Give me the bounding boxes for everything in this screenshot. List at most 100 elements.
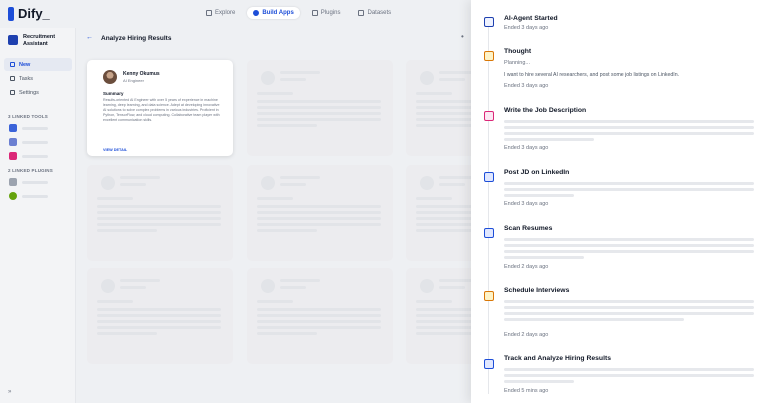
tasks-icon xyxy=(10,76,15,81)
text-placeholder xyxy=(504,380,574,383)
skeleton-line xyxy=(257,205,381,208)
skeleton-line xyxy=(120,183,146,186)
tool-icon xyxy=(9,138,17,146)
step-title: Write the Job Description xyxy=(504,107,587,114)
skeleton-line xyxy=(416,197,452,200)
step-title: Track and Analyze Hiring Results xyxy=(504,355,612,362)
summary-text: Results-oriented AI Engineer with over 5… xyxy=(103,98,220,122)
tool-label-placeholder xyxy=(22,140,48,144)
view-detail-link[interactable]: VIEW DETAIL xyxy=(103,148,127,152)
step-meta: Ended 2 days ago xyxy=(504,332,549,338)
skeleton-line xyxy=(97,326,221,329)
plugin-icon xyxy=(9,192,17,200)
linked-plugins-label: 2 LINKED PLUGINS xyxy=(8,168,53,173)
skeleton-avatar xyxy=(261,279,275,293)
skeleton-line xyxy=(97,320,221,323)
skeleton-line xyxy=(257,118,381,121)
linked-tool[interactable] xyxy=(9,138,48,146)
database-icon xyxy=(358,10,365,16)
skeleton-line xyxy=(439,286,465,289)
skeleton-line xyxy=(120,176,160,179)
skeleton-line xyxy=(416,229,476,232)
sidebar-collapse-button[interactable]: » xyxy=(8,389,11,395)
skeleton-line xyxy=(416,124,476,127)
skeleton-line xyxy=(439,78,465,81)
skeleton-line xyxy=(257,229,317,232)
text-placeholder xyxy=(504,312,754,315)
skeleton-line xyxy=(97,314,221,317)
skeleton-line xyxy=(97,223,221,226)
dify-logo[interactable]: Dify_ xyxy=(8,6,50,21)
skeleton-avatar xyxy=(101,176,115,190)
linked-plugin[interactable] xyxy=(9,178,48,186)
skeleton-line xyxy=(416,300,452,303)
top-nav: Explore Build Apps Plugins Datasets xyxy=(200,7,397,19)
avatar xyxy=(103,70,117,84)
skeleton-line xyxy=(257,300,293,303)
tab-plugins[interactable]: Plugins xyxy=(306,7,347,19)
skeleton-line xyxy=(97,197,133,200)
step-title: Thought xyxy=(504,48,532,55)
candidate-name: Kenny Okumus xyxy=(123,71,160,77)
pen-icon xyxy=(484,111,494,121)
tool-icon xyxy=(9,124,17,132)
back-button[interactable]: ← xyxy=(86,34,93,41)
tab-explore[interactable]: Explore xyxy=(200,7,241,19)
skeleton-line xyxy=(257,326,381,329)
text-placeholder xyxy=(504,194,574,197)
app-icon xyxy=(8,35,18,45)
linked-plugin[interactable] xyxy=(9,192,48,200)
candidate-role: AI Engineer xyxy=(123,78,144,83)
skeleton-line xyxy=(97,217,221,220)
plus-icon xyxy=(10,62,15,67)
linked-tool[interactable] xyxy=(9,124,48,132)
logo-mark xyxy=(8,6,14,21)
more-options-button[interactable]: • xyxy=(461,32,464,41)
app-header: Recruitment Assistant xyxy=(8,34,73,48)
skeleton-line xyxy=(257,223,381,226)
step-meta: Ended 3 days ago xyxy=(504,201,549,207)
skeleton-line xyxy=(416,332,476,335)
sidebar-item-new[interactable]: New xyxy=(4,58,72,71)
candidate-card[interactable]: Kenny Okumus AI Engineer Summary Results… xyxy=(87,60,233,156)
skeleton-line xyxy=(97,205,221,208)
step-meta: Ended 3 days ago xyxy=(504,83,549,89)
text-placeholder xyxy=(504,132,754,135)
plug-icon xyxy=(311,10,318,16)
skeleton-line xyxy=(257,332,317,335)
gear-icon xyxy=(253,10,260,16)
timeline-line xyxy=(488,24,489,394)
skeleton-avatar xyxy=(420,71,434,85)
plugin-label-placeholder xyxy=(22,180,48,184)
agent-timeline-panel: AI-Agent Started Ended 3 days ago Though… xyxy=(471,0,768,403)
tool-label-placeholder xyxy=(22,154,48,158)
skeleton-line xyxy=(97,211,221,214)
text-placeholder xyxy=(504,368,754,371)
skeleton-line xyxy=(257,112,381,115)
step-title: Schedule Interviews xyxy=(504,287,570,294)
skeleton-avatar xyxy=(261,176,275,190)
sidebar-item-settings[interactable]: Settings xyxy=(4,86,72,99)
text-placeholder xyxy=(504,300,754,303)
skeleton-line xyxy=(257,308,381,311)
skeleton-line xyxy=(280,183,306,186)
sidebar-item-tasks[interactable]: Tasks xyxy=(4,72,72,85)
skeleton-line xyxy=(257,320,381,323)
tab-label: Plugins xyxy=(320,10,341,16)
step-title: AI-Agent Started xyxy=(504,15,558,22)
text-placeholder xyxy=(504,126,754,129)
text-placeholder xyxy=(504,138,594,141)
tab-datasets[interactable]: Datasets xyxy=(352,7,397,19)
linked-tools-label: 3 LINKED TOOLS xyxy=(8,114,48,119)
sidebar-item-label: Tasks xyxy=(19,75,34,82)
plugin-icon xyxy=(9,178,17,186)
skeleton-line xyxy=(280,286,306,289)
skeleton-line xyxy=(97,229,157,232)
sidebar-item-label: New xyxy=(19,61,31,68)
tab-build-apps[interactable]: Build Apps xyxy=(247,7,300,19)
linked-tool[interactable] xyxy=(9,152,48,160)
skeleton-line xyxy=(257,106,381,109)
skeleton-line xyxy=(280,78,306,81)
tab-label: Datasets xyxy=(367,10,392,16)
text-placeholder xyxy=(504,306,754,309)
